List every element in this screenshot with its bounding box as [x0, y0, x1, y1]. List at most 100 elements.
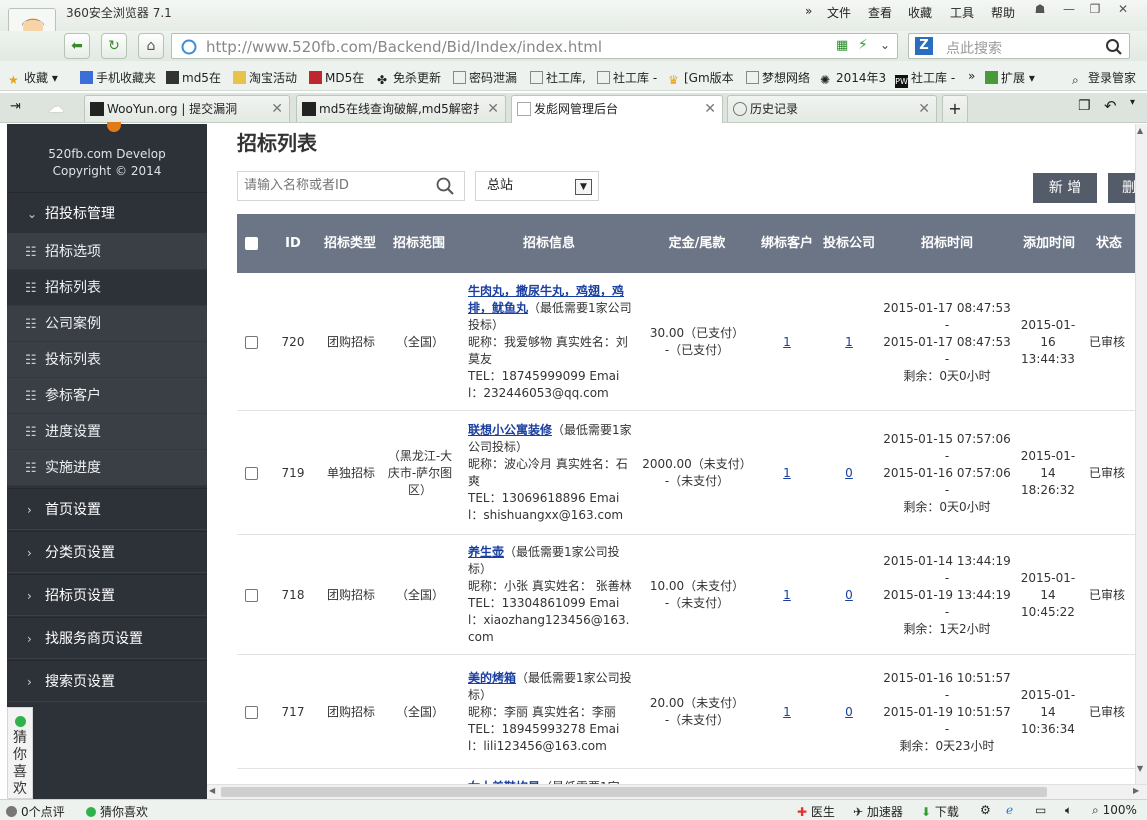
- sidebar-item-tender-list[interactable]: ☷ 投标列表: [7, 342, 207, 378]
- address-bar[interactable]: http://www.520fb.com/Backend/Bid/Index/i…: [171, 33, 898, 59]
- refresh-icon[interactable]: ↻: [101, 33, 127, 59]
- horizontal-scrollbar[interactable]: ◀ ▶: [207, 784, 1147, 799]
- guess-you-like-panel[interactable]: 猜你喜欢: [7, 707, 33, 799]
- minimize-button[interactable]: —: [1058, 2, 1080, 20]
- bookmark-item[interactable]: PW 社工库 -: [895, 69, 955, 88]
- row-checkbox[interactable]: [244, 588, 258, 602]
- clients-link[interactable]: 1: [783, 334, 791, 351]
- undo-close-icon[interactable]: ↶: [1104, 97, 1117, 115]
- col-bid-time[interactable]: 招标时间: [881, 214, 1013, 273]
- sidebar-item-progress-settings[interactable]: ☷ 进度设置: [7, 414, 207, 450]
- download-button[interactable]: ⬇ 下载: [921, 803, 959, 820]
- close-icon[interactable]: ✕: [487, 96, 499, 122]
- sidebar-section-category-settings[interactable]: › 分类页设置: [7, 531, 207, 573]
- sidebar-section-home-settings[interactable]: › 首页设置: [7, 488, 207, 530]
- sidebar-item-implementation-progress[interactable]: ☷ 实施进度: [7, 450, 207, 486]
- settings-icon[interactable]: ⚙: [980, 803, 991, 817]
- companies-link[interactable]: 0: [845, 587, 853, 604]
- clients-link[interactable]: 1: [783, 587, 791, 604]
- tab-wooyun[interactable]: WooYun.org | 提交漏洞 ✕: [84, 95, 290, 122]
- new-tab-button[interactable]: +: [942, 95, 968, 122]
- search-input[interactable]: [244, 178, 424, 193]
- comments-status[interactable]: 0个点评: [6, 803, 65, 820]
- bookmark-item[interactable]: ♛ [Gm版本: [668, 69, 734, 87]
- restore-button[interactable]: ❐: [1084, 2, 1106, 20]
- companies-link[interactable]: 1: [845, 334, 853, 351]
- accelerator-button[interactable]: ✈ 加速器: [853, 803, 903, 820]
- col-info[interactable]: 招标信息: [461, 214, 637, 273]
- ie-icon[interactable]: ℯ: [1006, 803, 1013, 817]
- sidebar-item-bid-options[interactable]: ☷ 招标选项: [7, 234, 207, 270]
- sidebar-section-provider-page-settings[interactable]: › 找服务商页设置: [7, 617, 207, 659]
- chevron-right-icon[interactable]: »: [805, 4, 812, 18]
- col-status[interactable]: 状态: [1089, 214, 1129, 273]
- back-arrow-icon[interactable]: ⬅: [64, 33, 90, 59]
- sidebar-item-bidding-clients[interactable]: ☷ 参标客户: [7, 378, 207, 414]
- cloud-icon[interactable]: ☁: [48, 97, 64, 116]
- close-button[interactable]: ✕: [1112, 2, 1134, 20]
- col-scope[interactable]: 招标范围: [387, 214, 451, 273]
- login-manager-button[interactable]: ⌕ 登录管家: [1072, 69, 1136, 87]
- bookmark-item[interactable]: MD5在: [309, 69, 364, 86]
- vertical-scrollbar[interactable]: ▲ ▼: [1135, 124, 1147, 784]
- sidebar-item-bid-list[interactable]: ☷ 招标列表: [7, 270, 207, 306]
- volume-icon[interactable]: 🔈︎: [1065, 803, 1072, 818]
- clients-link[interactable]: 1: [783, 704, 791, 721]
- col-type[interactable]: 招标类型: [323, 214, 377, 273]
- sidebar-item-company-cases[interactable]: ☷ 公司案例: [7, 306, 207, 342]
- sidebar-section-bid-page-settings[interactable]: › 招标页设置: [7, 574, 207, 616]
- home-icon[interactable]: ⌂: [138, 33, 164, 59]
- close-icon[interactable]: ✕: [918, 96, 930, 122]
- sidebar-toggle-icon[interactable]: ⇥: [10, 99, 21, 114]
- search-engine-icon[interactable]: Z: [915, 37, 933, 55]
- row-checkbox[interactable]: [244, 705, 258, 719]
- close-icon[interactable]: ✕: [704, 96, 716, 122]
- col-added-time[interactable]: 添加时间: [1013, 214, 1085, 273]
- menu-file[interactable]: 文件: [827, 4, 851, 21]
- scroll-thumb[interactable]: [221, 787, 1047, 797]
- sidebar-section-search-page-settings[interactable]: › 搜索页设置: [7, 660, 207, 702]
- companies-link[interactable]: 0: [845, 465, 853, 482]
- search-icon[interactable]: [1105, 38, 1123, 56]
- extensions-button[interactable]: 扩展 ▾: [985, 69, 1035, 86]
- scroll-right-icon[interactable]: ▶: [1133, 786, 1139, 795]
- bookmark-item[interactable]: 密码泄漏: [453, 69, 517, 86]
- delete-button[interactable]: 删: [1108, 173, 1135, 203]
- row-checkbox[interactable]: [244, 466, 258, 480]
- search-field[interactable]: [237, 171, 465, 201]
- add-button[interactable]: 新 增: [1033, 173, 1097, 203]
- bookmark-favorites[interactable]: ★ 收藏 ▾: [8, 69, 58, 87]
- bid-title-link[interactable]: 养生壶: [468, 545, 504, 559]
- lightning-icon[interactable]: ⚡: [858, 37, 868, 53]
- bookmark-item[interactable]: 手机收藏夹: [80, 69, 156, 86]
- tab-menu-icon[interactable]: ▾: [1130, 97, 1135, 108]
- bookmark-item[interactable]: 梦想网络: [746, 69, 810, 86]
- bid-title-link[interactable]: 联想小公寓装修: [468, 423, 552, 437]
- row-checkbox[interactable]: [244, 335, 258, 349]
- tab-list-icon[interactable]: ❐: [1078, 98, 1091, 114]
- search-input[interactable]: 点此搜索: [946, 38, 1002, 58]
- dropdown-arrow-icon[interactable]: ▼: [575, 179, 592, 195]
- bookmark-item[interactable]: 社工库,: [530, 69, 586, 86]
- scroll-up-icon[interactable]: ▲: [1137, 126, 1143, 135]
- scroll-left-icon[interactable]: ◀: [209, 786, 215, 795]
- tab-md5[interactable]: md5在线查询破解,md5解密扌 ✕: [296, 95, 506, 122]
- sidebar-section-bid-management[interactable]: ⌄ 招投标管理: [7, 192, 207, 234]
- qr-icon[interactable]: ▦: [836, 38, 848, 53]
- select-all-checkbox[interactable]: [244, 237, 258, 250]
- close-icon[interactable]: ✕: [271, 96, 283, 122]
- tab-history[interactable]: 历史记录 ✕: [727, 95, 937, 122]
- bookmark-item[interactable]: ✺ 2014年3: [820, 69, 886, 87]
- menu-help[interactable]: 帮助: [991, 4, 1015, 21]
- tab-admin[interactable]: 发彪网管理后台 ✕: [511, 95, 723, 123]
- companies-link[interactable]: 0: [845, 704, 853, 721]
- search-icon[interactable]: [436, 177, 454, 195]
- search-box[interactable]: Z 点此搜索: [908, 33, 1130, 59]
- window-icon[interactable]: ▭: [1035, 803, 1046, 817]
- menu-view[interactable]: 查看: [868, 4, 892, 21]
- scroll-down-icon[interactable]: ▼: [1137, 764, 1143, 773]
- dropdown-icon[interactable]: ⌄: [880, 38, 890, 52]
- bookmark-item[interactable]: md5在: [166, 69, 221, 86]
- more-bookmarks-icon[interactable]: »: [968, 69, 975, 83]
- col-id[interactable]: ID: [275, 214, 311, 273]
